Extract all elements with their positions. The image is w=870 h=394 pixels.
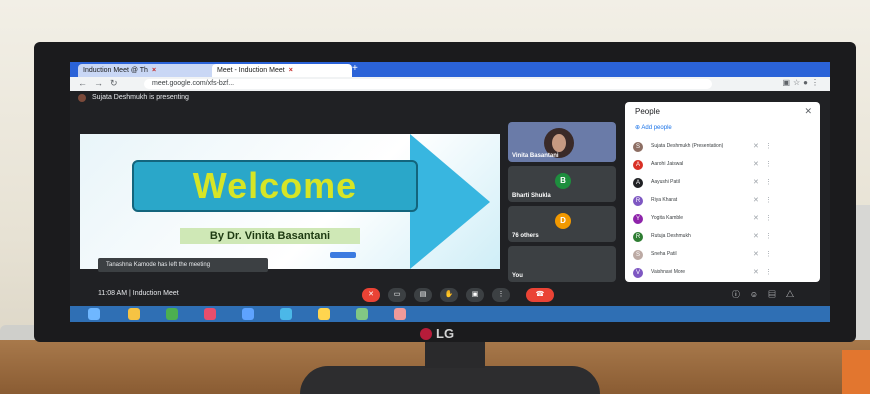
add-person-icon: ⊕ — [635, 125, 641, 131]
start-icon[interactable] — [88, 308, 100, 320]
mic-off-icon[interactable]: ✕⋮ — [753, 232, 778, 240]
monitor-stand-neck — [425, 342, 485, 368]
participant-row[interactable]: R Rutuja Deshmukh ✕⋮ — [633, 230, 813, 244]
orange-card — [842, 350, 870, 394]
monitor-stand-base — [300, 366, 600, 394]
participant-row[interactable]: A Aayushi Patil ✕⋮ — [633, 176, 813, 190]
participant-tile-camera[interactable]: Vinita Basantani — [508, 122, 616, 162]
avatar: R — [633, 232, 643, 242]
mic-off-button[interactable]: ✕ — [362, 288, 380, 302]
camera-button[interactable]: ▭ — [388, 288, 406, 302]
new-tab-button[interactable]: + — [352, 63, 358, 74]
mic-off-icon[interactable]: ✕⋮ — [753, 196, 778, 204]
participant-tile[interactable]: B Bharti Shukla — [508, 166, 616, 202]
avatar: Y — [633, 214, 643, 224]
participant-row[interactable]: S Sneha Patil ✕⋮ — [633, 248, 813, 262]
meeting-details: 11:08 AM | Induction Meet — [98, 290, 179, 297]
slide-title: Welcome — [132, 160, 418, 212]
taskbar-app-icon[interactable] — [128, 308, 140, 320]
presenter-avatar — [78, 94, 86, 102]
mic-off-icon[interactable]: ✕⋮ — [753, 160, 778, 168]
browser-tab-meet[interactable]: Meet - Induction Meet × — [212, 64, 352, 77]
url-field[interactable]: meet.google.com/xfs-bzf... — [144, 79, 712, 89]
forward-icon[interactable]: → — [94, 78, 103, 88]
participant-row[interactable]: Y Yogita Kamble ✕⋮ — [633, 212, 813, 226]
presentation-slide: Welcome By Dr. Vinita Basantani — [80, 134, 500, 269]
taskbar-app-icon[interactable] — [242, 308, 254, 320]
monitor-screen: Induction Meet @ Th × Meet - Induction Me… — [70, 62, 830, 322]
avatar: A — [633, 160, 643, 170]
avatar: A — [633, 178, 643, 188]
participant-row[interactable]: A Aarohi Jaiswal ✕⋮ — [633, 158, 813, 172]
others-tile[interactable]: D 76 others — [508, 206, 616, 242]
avatar: S — [633, 142, 643, 152]
mic-off-icon[interactable]: ✕⋮ — [753, 268, 778, 276]
raise-hand-button[interactable]: ✋ — [440, 288, 458, 302]
browser-tab-strip: Induction Meet @ Th × Meet - Induction Me… — [70, 62, 830, 77]
mic-off-icon[interactable]: ✕⋮ — [753, 250, 778, 258]
avatar: B — [555, 173, 571, 189]
close-icon[interactable]: ✕ — [804, 106, 812, 117]
meeting-side-controls[interactable]: ⓘ☺▤△ — [732, 289, 804, 300]
mic-off-icon[interactable]: ✕⋮ — [753, 178, 778, 186]
participant-row[interactable]: S Sujata Deshmukh (Presentation) ✕⋮ — [633, 140, 813, 154]
left-meeting-toast: Tanashna Kamode has left the meeting — [98, 258, 268, 272]
captions-button[interactable]: ▤ — [414, 288, 432, 302]
present-button[interactable]: ▣ — [466, 288, 484, 302]
mic-off-icon[interactable]: ✕⋮ — [753, 142, 778, 150]
slide-byline: By Dr. Vinita Basantani — [180, 228, 360, 244]
self-tile[interactable]: You — [508, 246, 616, 282]
more-options-button[interactable]: ⋮ — [492, 288, 510, 302]
browser-extension-icons[interactable]: ▣☆●⋮ — [782, 78, 822, 87]
participant-face — [552, 134, 566, 152]
avatar: D — [555, 213, 571, 229]
people-panel: People ✕ ⊕ Add people S Sujata Deshmukh (… — [625, 102, 820, 282]
leave-call-button[interactable]: ☎ — [526, 288, 554, 302]
slide-arrow-shape — [410, 134, 490, 269]
browser-tab-calendar[interactable]: Induction Meet @ Th × — [78, 64, 218, 77]
back-icon[interactable]: ← — [78, 78, 87, 88]
add-people-button[interactable]: ⊕ Add people — [635, 124, 672, 131]
avatar: R — [633, 196, 643, 206]
browser-address-bar: ← → ↻ meet.google.com/xfs-bzf... ▣☆●⋮ — [70, 77, 830, 91]
meet-control-bar: 11:08 AM | Induction Meet ✕ ▭ ▤ ✋ ▣ ⋮ ☎ … — [70, 284, 830, 306]
participant-row[interactable]: V Vaishnavi More ✕⋮ — [633, 266, 813, 280]
lg-logo-icon — [420, 328, 432, 340]
participant-row[interactable]: R Riya Kharat ✕⋮ — [633, 194, 813, 208]
people-heading: People — [635, 107, 660, 116]
windows-taskbar — [70, 306, 830, 322]
avatar: S — [633, 250, 643, 260]
taskbar-app-icon[interactable] — [394, 308, 406, 320]
close-tab-icon[interactable]: × — [152, 67, 156, 74]
taskbar-app-icon[interactable] — [318, 308, 330, 320]
reload-icon[interactable]: ↻ — [110, 78, 118, 89]
taskbar-app-icon[interactable] — [166, 308, 178, 320]
avatar: V — [633, 268, 643, 278]
mic-off-icon[interactable]: ✕⋮ — [753, 214, 778, 222]
slide-button-shape — [330, 252, 356, 258]
monitor-logo: LG — [420, 326, 454, 341]
close-tab-icon[interactable]: × — [289, 67, 293, 74]
taskbar-app-icon[interactable] — [280, 308, 292, 320]
taskbar-app-icon[interactable] — [356, 308, 368, 320]
taskbar-app-icon[interactable] — [204, 308, 216, 320]
presenting-banner: Sujata Deshmukh is presenting — [70, 91, 647, 105]
